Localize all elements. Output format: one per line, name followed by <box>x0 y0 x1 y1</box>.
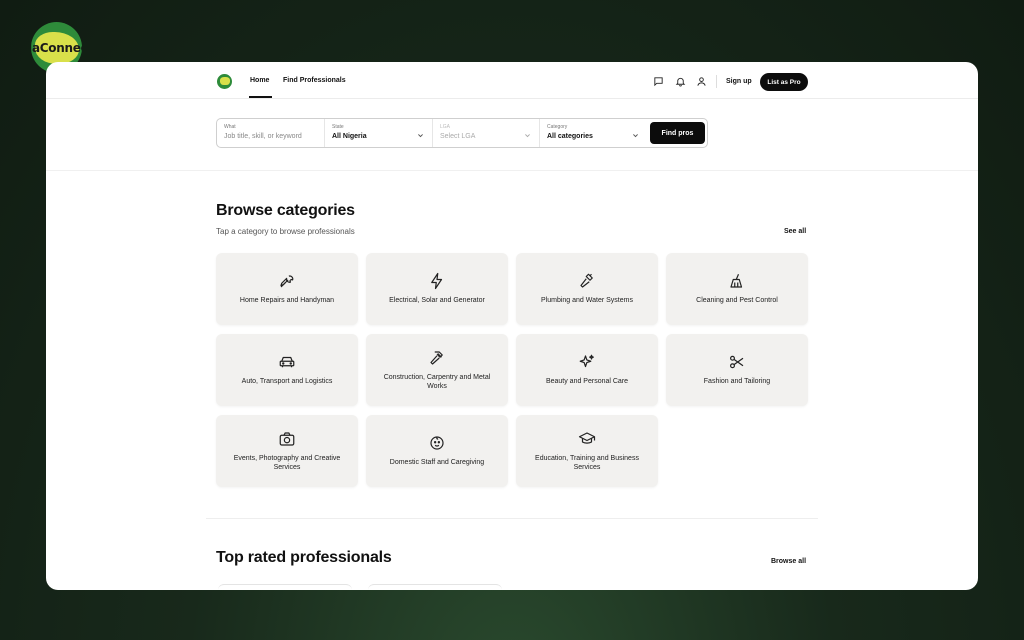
what-input[interactable]: Job title, skill, or keyword <box>224 133 302 140</box>
category-value: All categories <box>547 133 593 140</box>
home-logo-icon[interactable] <box>217 74 232 89</box>
category-label: Category <box>547 124 568 130</box>
professional-card[interactable] <box>218 584 352 590</box>
browse-all-link[interactable]: Browse all <box>771 558 806 565</box>
lga-value: Select LGA <box>440 133 476 140</box>
category-card-fashion[interactable]: Fashion and Tailoring <box>666 334 808 406</box>
nav-active-indicator <box>249 96 272 98</box>
category-card-domestic[interactable]: Domestic Staff and Caregiving <box>366 415 508 487</box>
sparkles-icon <box>578 353 596 371</box>
category-card-electrical[interactable]: Electrical, Solar and Generator <box>366 253 508 325</box>
category-card-education[interactable]: Education, Training and Business Service… <box>516 415 658 487</box>
scissors-icon <box>728 353 746 371</box>
chevron-down-icon <box>632 132 639 139</box>
chat-icon[interactable] <box>653 76 664 87</box>
graduation-cap-icon <box>578 430 596 448</box>
nav-home-link[interactable]: Home <box>250 77 269 84</box>
see-all-link[interactable]: See all <box>784 228 806 235</box>
category-card-events[interactable]: Events, Photography and Creative Service… <box>216 415 358 487</box>
category-label: Auto, Transport and Logistics <box>241 378 333 386</box>
what-label: What <box>224 124 236 130</box>
category-label: Events, Photography and Creative Service… <box>233 454 341 471</box>
category-label: Home Repairs and Handyman <box>239 297 335 305</box>
section-divider <box>46 170 978 171</box>
app-window: Home Find Professionals Sign up List as … <box>46 62 978 590</box>
category-label: Education, Training and Business Service… <box>535 454 639 471</box>
baby-face-icon <box>428 434 446 452</box>
browse-categories-subtitle: Tap a category to browse professionals <box>216 227 355 236</box>
lga-label: LGA <box>440 124 451 130</box>
topbar-divider <box>716 75 717 88</box>
chevron-down-icon <box>524 132 531 139</box>
camera-icon <box>278 430 296 448</box>
category-label: Domestic Staff and Caregiving <box>389 459 485 467</box>
category-label: Electrical, Solar and Generator <box>389 297 485 305</box>
lightning-icon <box>428 272 446 290</box>
top-navigation-bar: Home Find Professionals Sign up List as … <box>46 62 978 99</box>
state-label: State <box>332 124 344 130</box>
category-card-construction[interactable]: Construction, Carpentry and Metal Works <box>366 334 508 406</box>
broom-icon <box>728 272 746 290</box>
category-label: Beauty and Personal Care <box>545 378 629 386</box>
category-card-cleaning[interactable]: Cleaning and Pest Control <box>666 253 808 325</box>
find-pros-button[interactable]: Find pros <box>650 122 705 144</box>
nav-find-professionals-link[interactable]: Find Professionals <box>283 77 346 84</box>
hammer-icon <box>428 349 446 367</box>
category-card-beauty[interactable]: Beauty and Personal Care <box>516 334 658 406</box>
search-bar: What Job title, skill, or keyword State … <box>216 118 708 148</box>
car-icon <box>278 353 296 371</box>
category-card-home-repairs[interactable]: Home Repairs and Handyman <box>216 253 358 325</box>
top-rated-title: Top rated professionals <box>216 549 392 566</box>
brand-logo-text: NaConnect <box>31 40 82 55</box>
user-icon[interactable] <box>696 76 707 87</box>
list-as-pro-button[interactable]: List as Pro <box>760 73 808 91</box>
state-value: All Nigeria <box>332 133 367 140</box>
what-field[interactable]: What Job title, skill, or keyword <box>217 119 324 147</box>
category-label: Cleaning and Pest Control <box>696 297 778 305</box>
category-card-plumbing[interactable]: Plumbing and Water Systems <box>516 253 658 325</box>
professional-card[interactable] <box>368 584 502 590</box>
category-label: Fashion and Tailoring <box>703 378 771 386</box>
pipe-wrench-icon <box>578 272 596 290</box>
state-select[interactable]: State All Nigeria <box>324 119 432 147</box>
sign-up-link[interactable]: Sign up <box>726 78 752 85</box>
lga-select[interactable]: LGA Select LGA <box>432 119 539 147</box>
category-card-auto[interactable]: Auto, Transport and Logistics <box>216 334 358 406</box>
section-divider <box>206 518 818 519</box>
browse-categories-title: Browse categories <box>216 202 355 219</box>
wrench-icon <box>278 272 296 290</box>
category-select[interactable]: Category All categories <box>539 119 647 147</box>
chevron-down-icon <box>417 132 424 139</box>
bell-icon[interactable] <box>675 76 686 87</box>
category-label: Construction, Carpentry and Metal Works <box>383 373 491 390</box>
category-label: Plumbing and Water Systems <box>541 297 633 305</box>
